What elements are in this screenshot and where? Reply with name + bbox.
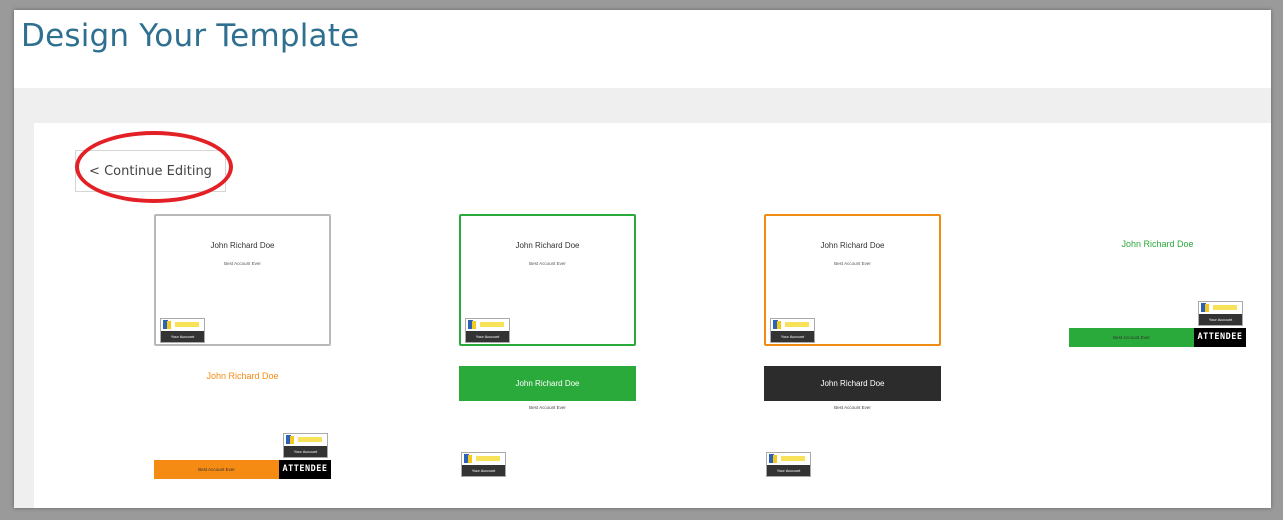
template-option-7[interactable]: John Richard Doe Best Account Ever Your … [764,366,941,478]
logo-image: Your Account [461,452,506,477]
page-title: Design Your Template [21,18,360,54]
logo-label: Your Account [161,331,204,342]
logo-image: Your Account [465,318,510,343]
logo-label: Your Account [284,446,327,457]
template-name: John Richard Doe [206,371,279,381]
template-option-3[interactable]: John Richard Doe Best Account Ever Your … [764,214,941,348]
logo-image: Your Account [1198,301,1243,326]
template-subtitle: Best Account Ever [1069,328,1194,347]
template-option-5[interactable]: John Richard Doe Your Account Best Accou… [154,362,331,482]
logo-image: Your Account [766,452,811,477]
attendee-badge: ATTENDEE [279,460,331,479]
logo-label: Your Account [771,331,814,342]
template-subtitle: Best Account Ever [154,460,279,479]
template-subtitle: Best Account Ever [529,261,566,266]
logo-image: Your Account [283,433,328,458]
attendee-badge: ATTENDEE [1194,328,1246,347]
badge-bar: Best Account Ever ATTENDEE [154,460,331,479]
template-card: John Richard Doe Best Account Ever Your … [459,214,636,346]
template-name: John Richard Doe [515,241,580,250]
template-card: John Richard Doe Best Account Ever Your … [154,214,331,346]
logo-label: Your Account [1199,314,1242,325]
template-option-6[interactable]: John Richard Doe Best Account Ever Your … [459,366,636,478]
template-subtitle: Best Account Ever [834,261,871,266]
continue-editing-button[interactable]: < Continue Editing [75,150,226,192]
logo-image: Your Account [770,318,815,343]
logo-label: Your Account [767,465,810,476]
template-subtitle: Best Account Ever [529,405,566,410]
badge-bar: Best Account Ever ATTENDEE [1069,328,1246,347]
template-name: John Richard Doe [764,366,941,401]
template-card: John Richard Doe Best Account Ever Your … [764,214,941,346]
template-name: John Richard Doe [210,241,275,250]
template-name: John Richard Doe [820,241,885,250]
template-subtitle: Best Account Ever [834,405,871,410]
template-name: John Richard Doe [1121,239,1194,249]
logo-image: Your Account [160,318,205,343]
template-option-1[interactable]: John Richard Doe Best Account Ever Your … [154,214,331,348]
template-subtitle: Best Account Ever [224,261,261,266]
template-option-4[interactable]: John Richard Doe Your Account Best Accou… [1069,230,1246,350]
template-option-2[interactable]: John Richard Doe Best Account Ever Your … [459,214,636,348]
logo-label: Your Account [462,465,505,476]
logo-label: Your Account [466,331,509,342]
template-name: John Richard Doe [459,366,636,401]
